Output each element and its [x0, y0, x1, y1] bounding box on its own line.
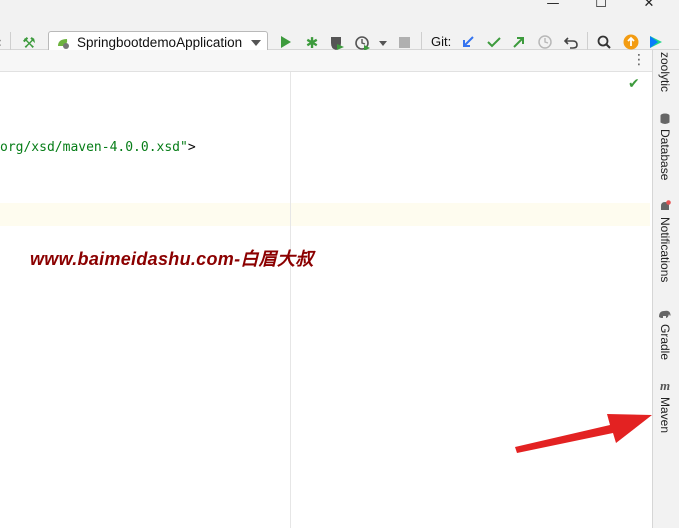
code-string: org/xsd/maven-4.0.0.xsd: [0, 140, 181, 155]
rollback-icon[interactable]: [564, 35, 578, 49]
watermark-text: www.baimeidashu.com-白眉大叔: [30, 249, 314, 269]
code-quote: ": [180, 140, 188, 155]
jetbrains-toolbox-icon[interactable]: [648, 34, 664, 50]
close-icon[interactable]: ✕: [636, 0, 662, 11]
git-update-icon[interactable]: [461, 35, 475, 49]
code-bracket: >: [187, 140, 196, 155]
main-toolbar: ‹ ⚒ SpringbootdemoApplication ✱ Git:: [0, 12, 679, 54]
editor-tab-strip: [0, 50, 652, 72]
more-options-icon[interactable]: ⋮: [632, 52, 646, 68]
tool-window-gradle[interactable]: Gradle: [654, 308, 676, 360]
bell-icon: [661, 200, 671, 210]
git-commit-icon[interactable]: [487, 35, 501, 49]
tool-window-label: zoolytic: [658, 52, 672, 93]
code-line: org/xsd/maven-4.0.0.xsd">: [0, 140, 196, 155]
title-bar: [0, 0, 679, 12]
tool-window-label: Database: [658, 129, 672, 181]
maven-m-icon: m: [659, 378, 671, 393]
database-icon: [660, 113, 670, 124]
git-push-icon[interactable]: [512, 35, 526, 49]
history-clock-icon[interactable]: [538, 35, 552, 49]
run-icon[interactable]: [280, 35, 292, 49]
tool-window-label: Gradle: [658, 324, 672, 361]
git-label: Git:: [431, 34, 452, 49]
profiler-icon[interactable]: [355, 35, 371, 51]
gradle-elephant-icon: [659, 310, 671, 318]
red-annotation-arrow: [515, 414, 652, 453]
coverage-icon[interactable]: [329, 35, 345, 51]
tool-window-label: Notifications: [658, 217, 672, 283]
chevron-down-icon: [251, 40, 261, 46]
current-line-highlight: [0, 203, 650, 226]
run-configuration-label: SpringbootdemoApplication: [77, 35, 243, 50]
tool-window-zoolytic[interactable]: zoolytic: [654, 52, 676, 92]
tool-window-label: Maven: [658, 397, 672, 434]
stop-icon[interactable]: [399, 37, 410, 48]
inspection-ok-check-icon[interactable]: ✔: [628, 76, 640, 92]
spring-boot-icon: [58, 39, 69, 49]
minimize-icon[interactable]: —: [540, 0, 566, 11]
editor-right-margin: [290, 72, 291, 528]
ide-update-icon[interactable]: [623, 34, 639, 50]
tool-window-maven[interactable]: m Maven: [654, 378, 676, 433]
search-icon[interactable]: [597, 35, 611, 49]
maximize-icon[interactable]: ☐: [588, 0, 614, 11]
tool-window-database[interactable]: Database: [654, 113, 676, 180]
chevron-down-icon[interactable]: [379, 41, 387, 46]
tool-window-notifications[interactable]: Notifications: [654, 200, 676, 282]
